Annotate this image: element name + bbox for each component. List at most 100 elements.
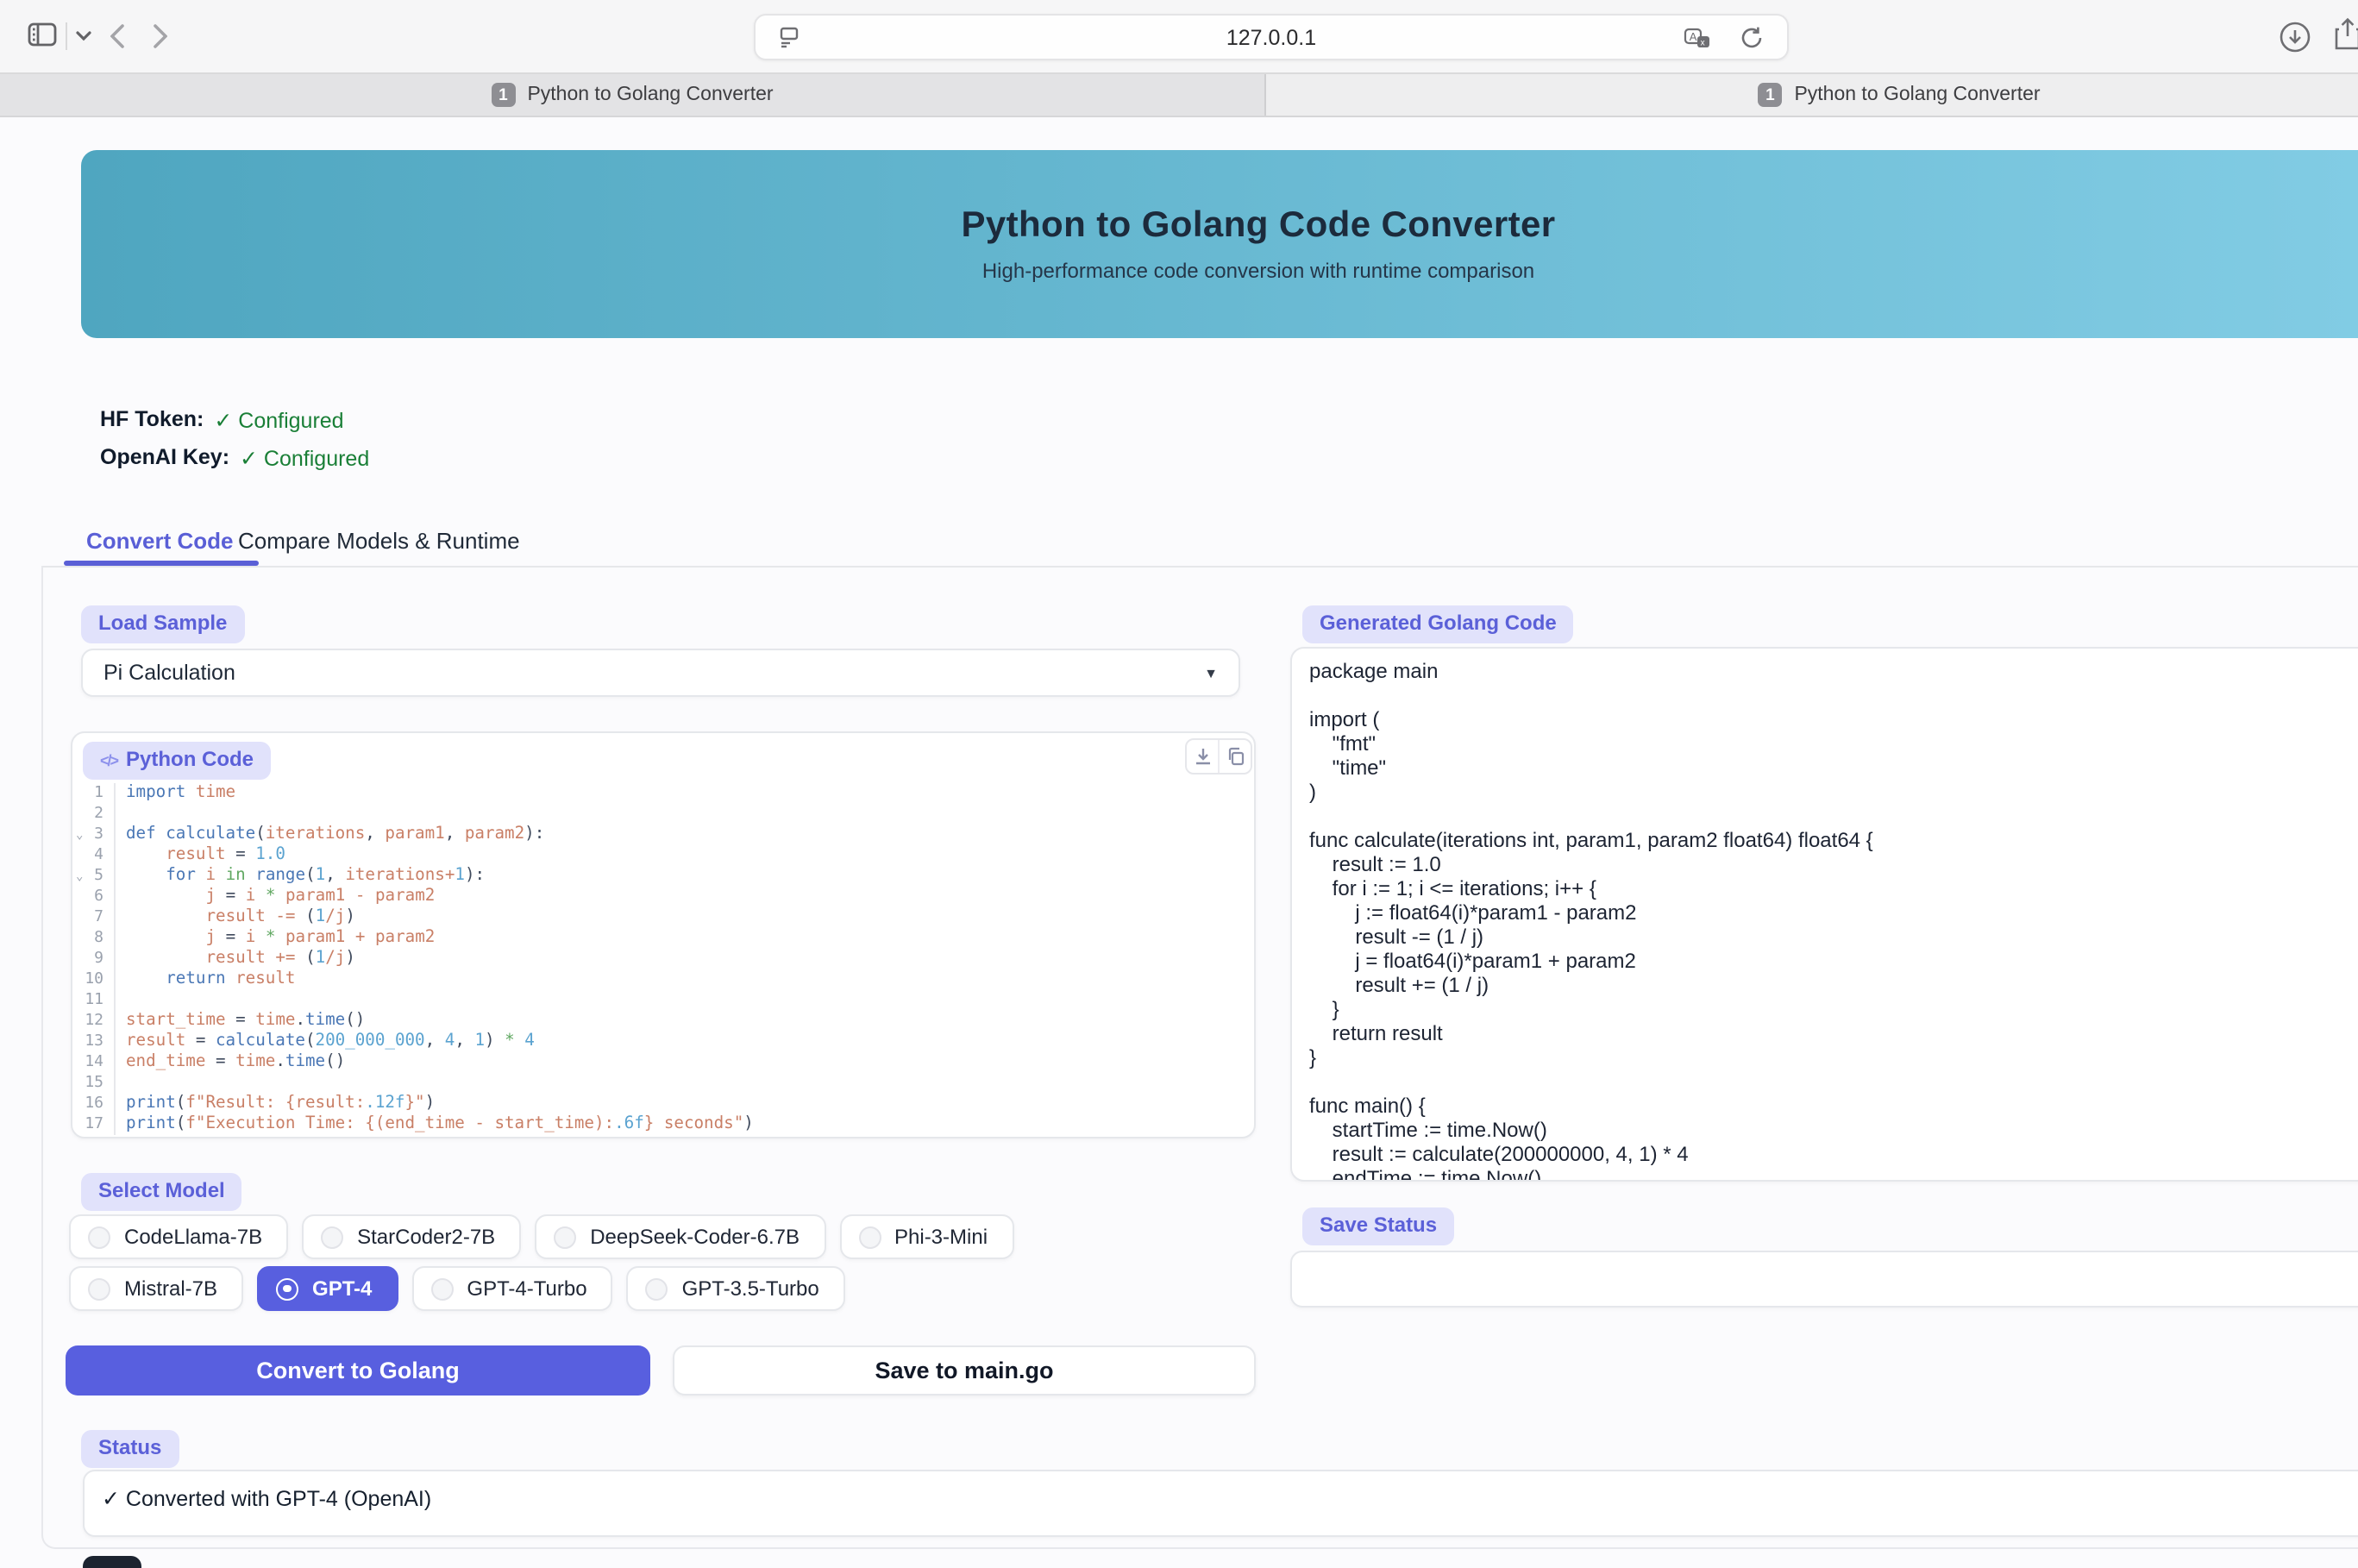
radio-icon [88, 1226, 110, 1248]
code-line: 16print(f"Result: {result:.12f}") [72, 1094, 1254, 1114]
radio-icon [88, 1277, 110, 1300]
status-box: ✓ Converted with GPT-4 (OpenAI) [83, 1470, 2358, 1537]
golang-code-line: endTime := time.Now() [1309, 1166, 2358, 1182]
tab-title: Python to Golang Converter [527, 85, 773, 105]
code-line: 17print(f"Execution Time: {(end_time - s… [72, 1114, 1254, 1135]
line-number: 17 [72, 1114, 116, 1135]
tab-compare-models[interactable]: Compare Models & Runtime [238, 528, 520, 554]
golang-code-line: return result [1309, 1021, 2358, 1045]
model-option-gpt-4-turbo[interactable]: GPT-4-Turbo [411, 1266, 612, 1311]
radio-icon [858, 1226, 881, 1248]
share-icon[interactable] [2334, 17, 2358, 52]
model-option-phi-3-mini[interactable]: Phi-3-Mini [839, 1214, 1013, 1259]
model-option-starcoder2-7b[interactable]: StarCoder2-7B [302, 1214, 521, 1259]
forward-button-icon[interactable] [154, 24, 167, 48]
tab-count-badge: 1 [491, 83, 515, 107]
python-code-label: </> Python Code [83, 742, 271, 780]
golang-code-line: result += (1 / j) [1309, 973, 2358, 997]
golang-code-line: func main() { [1309, 1094, 2358, 1118]
golang-code-output[interactable]: package main import ( "fmt" "time") func… [1290, 647, 2358, 1182]
model-option-label: GPT-4-Turbo [467, 1276, 586, 1301]
code-line: 7 result -= (1/j) [72, 907, 1254, 928]
address-bar[interactable]: 127.0.0.1 A x [754, 14, 1789, 60]
code-line: ⌄3def calculate(iterations, param1, para… [72, 825, 1254, 845]
code-line: 11 [72, 990, 1254, 1011]
translate-icon[interactable]: A x [1684, 28, 1711, 50]
line-number: 10 [72, 969, 116, 990]
model-option-mistral-7b[interactable]: Mistral-7B [69, 1266, 243, 1311]
openai-key-value: ✓ Configured [240, 445, 369, 471]
code-line: 1import time [72, 783, 1254, 804]
fold-chevron-icon[interactable]: ⌄ [76, 825, 83, 845]
copy-code-icon[interactable] [1218, 740, 1251, 773]
generated-golang-label: Generated Golang Code [1302, 605, 1574, 643]
model-radio-group: CodeLlama-7B StarCoder2-7B DeepSeek-Coder-… [69, 1214, 1190, 1311]
radio-icon [554, 1226, 576, 1248]
status-label: Status [81, 1430, 179, 1468]
code-line: 14end_time = time.time() [72, 1052, 1254, 1073]
radio-icon [646, 1277, 668, 1300]
openai-key-row: OpenAI Key: ✓ Configured [100, 445, 369, 471]
model-option-codellama-7b[interactable]: CodeLlama-7B [69, 1214, 288, 1259]
line-number: 16 [72, 1094, 116, 1114]
golang-code-line: j = float64(i)*param1 + param2 [1309, 949, 2358, 973]
browser-tab[interactable]: 1 Python to Golang Converter [0, 74, 1266, 116]
model-option-label: DeepSeek-Coder-6.7B [590, 1225, 800, 1249]
line-number: 7 [72, 907, 116, 928]
page-banner: Python to Golang Code Converter High-per… [81, 150, 2358, 338]
dropdown-arrow-icon: ▼ [1204, 665, 1218, 681]
golang-code-line: ) [1309, 780, 2358, 804]
model-option-gpt-4[interactable]: GPT-4 [257, 1266, 398, 1311]
select-model-label: Select Model [81, 1173, 242, 1211]
model-option-deepseek-coder-6.7b[interactable]: DeepSeek-Coder-6.7B [535, 1214, 825, 1259]
model-option-label: StarCoder2-7B [357, 1225, 495, 1249]
fold-chevron-icon[interactable]: ⌄ [76, 866, 83, 887]
golang-code-line [1309, 1069, 2358, 1094]
sample-dropdown-value: Pi Calculation [83, 661, 235, 685]
line-number: 14 [72, 1052, 116, 1073]
save-button[interactable]: Save to main.go [673, 1345, 1256, 1396]
save-status-label: Save Status [1302, 1207, 1454, 1245]
golang-code-line: "time" [1309, 756, 2358, 780]
back-button-icon[interactable] [110, 24, 124, 48]
code-line: 6 j = i * param1 - param2 [72, 887, 1254, 907]
chevron-down-icon[interactable] [76, 31, 91, 41]
hf-token-row: HF Token: ✓ Configured [100, 407, 344, 433]
code-line: 9 result += (1/j) [72, 949, 1254, 969]
page-subtitle: High-performance code conversion with ru… [982, 259, 1534, 283]
code-line: 12start_time = time.time() [72, 1011, 1254, 1032]
browser-window: 127.0.0.1 A x [0, 0, 2358, 1568]
load-sample-label: Load Sample [81, 605, 244, 643]
python-code-editor[interactable]: 1import time2⌄3def calculate(iterations,… [72, 783, 1254, 1135]
convert-button[interactable]: Convert to Golang [66, 1345, 650, 1396]
page-title: Python to Golang Code Converter [961, 205, 1555, 247]
code-line: 4 result = 1.0 [72, 845, 1254, 866]
golang-code-line: } [1309, 997, 2358, 1021]
golang-code-line [1309, 804, 2358, 828]
code-line: 2 [72, 804, 1254, 825]
downloads-icon[interactable] [2279, 21, 2311, 53]
golang-code-line: result := calculate(200000000, 4, 1) * 4 [1309, 1142, 2358, 1166]
line-number: 9 [72, 949, 116, 969]
sidebar-toggle-icon[interactable] [28, 22, 57, 47]
sample-dropdown[interactable]: Pi Calculation ▼ [81, 649, 1240, 697]
output-panel-peek [83, 1556, 141, 1568]
line-number: 8 [72, 928, 116, 949]
line-number: 1 [72, 783, 116, 804]
golang-code-line: import ( [1309, 707, 2358, 731]
golang-code-line: result := 1.0 [1309, 852, 2358, 876]
line-number: 15 [72, 1073, 116, 1094]
code-line: 15 [72, 1073, 1254, 1094]
golang-code-line [1309, 683, 2358, 707]
tab-convert-code[interactable]: Convert Code [86, 528, 233, 554]
model-option-gpt-3.5-turbo[interactable]: GPT-3.5-Turbo [627, 1266, 845, 1311]
download-code-icon[interactable] [1187, 740, 1218, 773]
code-toolbar [1185, 738, 1252, 775]
model-option-label: Mistral-7B [124, 1276, 217, 1301]
reload-icon[interactable] [1740, 26, 1763, 50]
browser-tab[interactable]: 1Python to Golang Converter [1266, 74, 2358, 116]
tab-count-badge: 1 [1758, 83, 1782, 107]
python-code-panel: </> Python Code 1import time2⌄3def calcu… [71, 731, 1256, 1138]
line-number: 12 [72, 1011, 116, 1032]
code-line: 13result = calculate(200_000_000, 4, 1) … [72, 1032, 1254, 1052]
